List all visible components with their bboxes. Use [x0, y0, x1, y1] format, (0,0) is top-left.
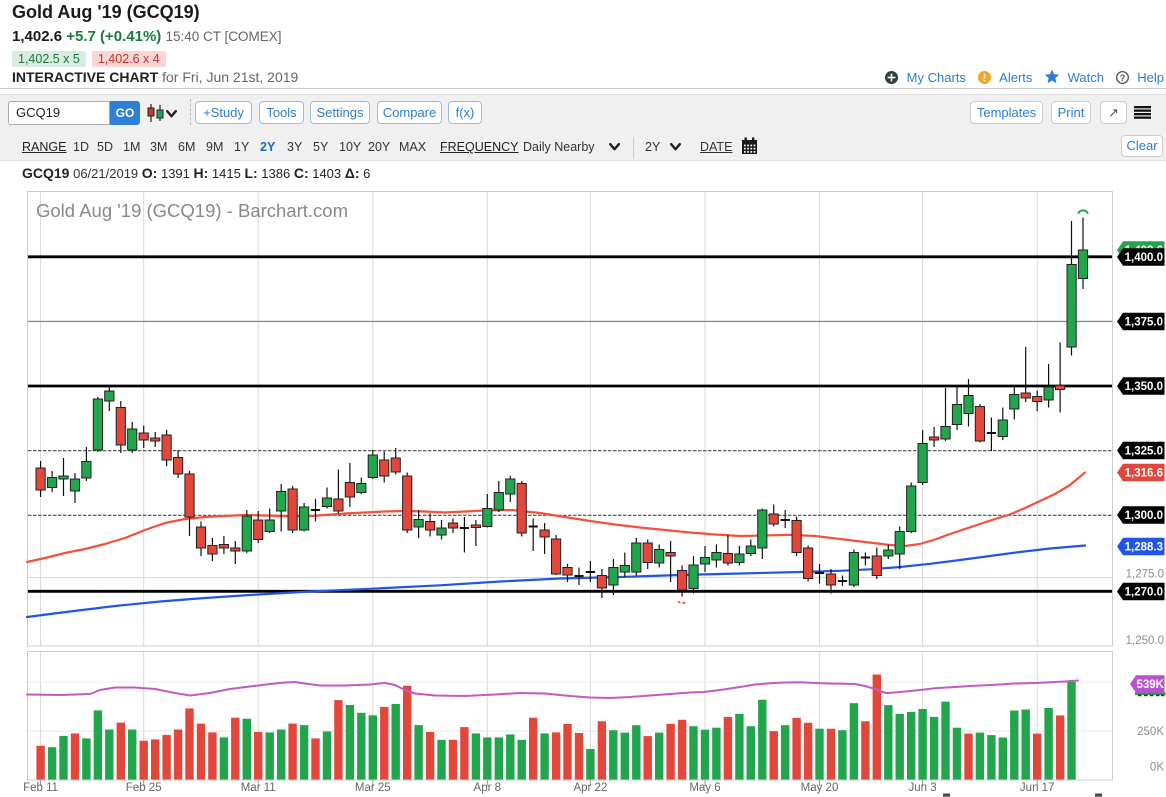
svg-text:1,300.0: 1,300.0 — [1125, 510, 1163, 522]
svg-text:Jun 17: Jun 17 — [1020, 782, 1055, 794]
svg-text:May 6: May 6 — [689, 782, 720, 794]
svg-text:Feb 11: Feb 11 — [23, 782, 58, 794]
svg-text:Mar 25: Mar 25 — [355, 782, 391, 794]
svg-text:Gold Aug '19 (GCQ19) - Barchar: Gold Aug '19 (GCQ19) - Barchart.com — [36, 200, 348, 221]
svg-text:1,250.0: 1,250.0 — [1126, 635, 1164, 647]
svg-text:1,350.0: 1,350.0 — [1125, 381, 1163, 393]
svg-text:1,375.0: 1,375.0 — [1125, 317, 1163, 329]
svg-text:1,325.0: 1,325.0 — [1125, 446, 1163, 458]
svg-text:Feb 25: Feb 25 — [126, 782, 162, 794]
svg-text:1,316.6: 1,316.6 — [1125, 468, 1163, 480]
svg-text:539K: 539K — [1136, 679, 1164, 691]
svg-text:1,400.0: 1,400.0 — [1125, 252, 1163, 264]
svg-text:May 20: May 20 — [801, 782, 839, 794]
svg-text:Mar 11: Mar 11 — [241, 782, 276, 794]
svg-text:1,288.3: 1,288.3 — [1125, 542, 1163, 554]
svg-text:Apr 8: Apr 8 — [474, 782, 502, 794]
svg-text:Apr 22: Apr 22 — [573, 782, 607, 794]
svg-text:250K: 250K — [1137, 726, 1164, 738]
svg-text:1,270.0: 1,270.0 — [1125, 587, 1163, 599]
svg-text:?: ? — [1119, 73, 1124, 83]
svg-text:Jun 3: Jun 3 — [909, 782, 937, 794]
svg-text:1,275.0: 1,275.0 — [1126, 569, 1164, 581]
svg-text:0K: 0K — [1150, 762, 1164, 774]
